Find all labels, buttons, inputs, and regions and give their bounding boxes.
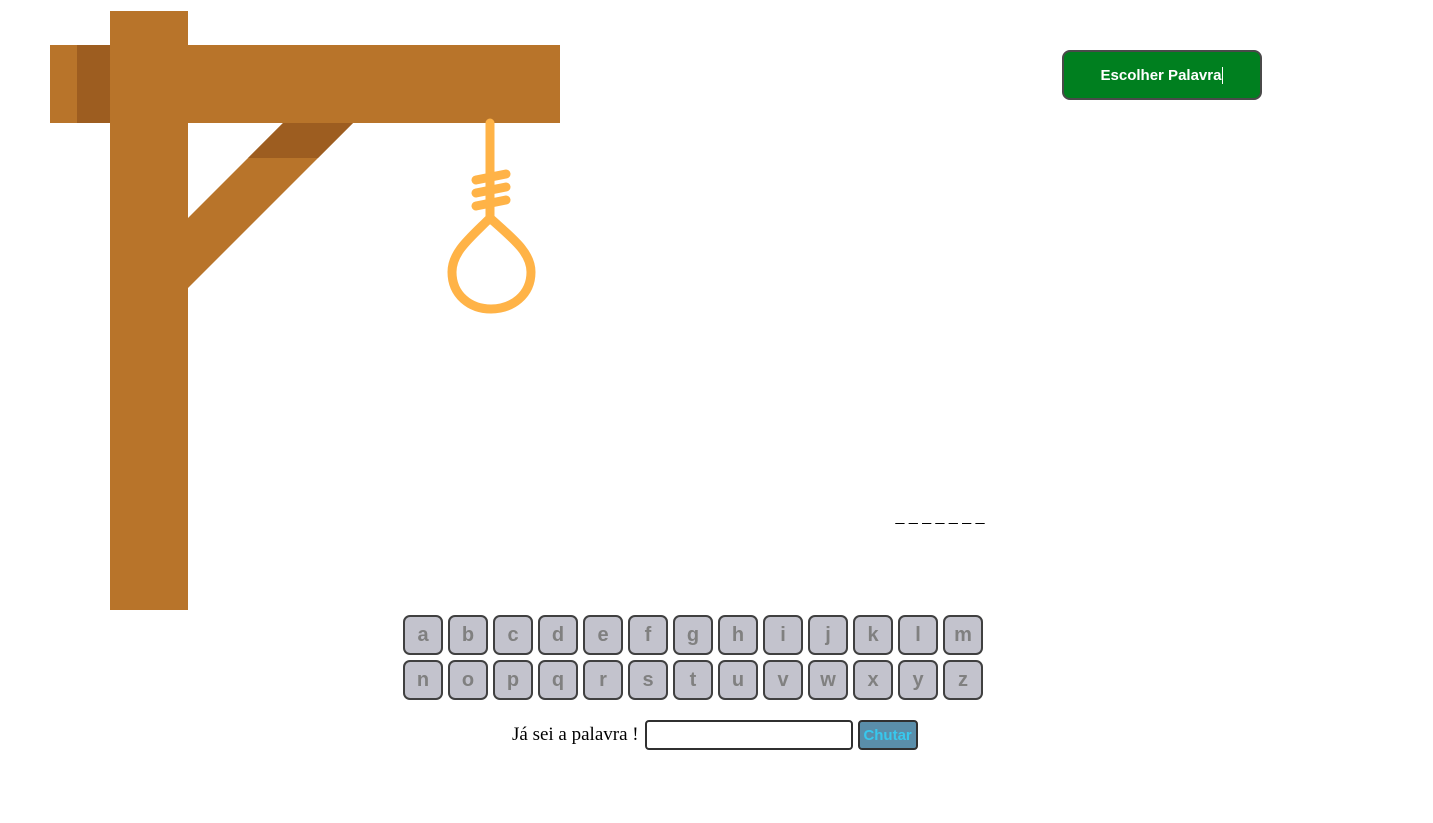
choose-word-button[interactable]: Escolher Palavra bbox=[1062, 50, 1262, 100]
key-e[interactable]: e bbox=[583, 615, 623, 655]
key-c[interactable]: c bbox=[493, 615, 533, 655]
key-n[interactable]: n bbox=[403, 660, 443, 700]
noose-loop bbox=[447, 211, 536, 314]
choose-word-label: Escolher Palavra bbox=[1100, 66, 1222, 84]
key-t[interactable]: t bbox=[673, 660, 713, 700]
text-caret bbox=[1222, 66, 1224, 84]
hangman-game: Escolher Palavra _ _ _ _ _ _ _ a b c d e… bbox=[0, 0, 1433, 823]
key-a[interactable]: a bbox=[403, 615, 443, 655]
gallows-brace-shadow bbox=[248, 123, 353, 158]
key-l[interactable]: l bbox=[898, 615, 938, 655]
rope-coils bbox=[471, 169, 511, 211]
key-r[interactable]: r bbox=[583, 660, 623, 700]
guess-word-row: Já sei a palavra ! Chutar bbox=[512, 720, 918, 750]
key-m[interactable]: m bbox=[943, 615, 983, 655]
key-x[interactable]: x bbox=[853, 660, 893, 700]
key-y[interactable]: y bbox=[898, 660, 938, 700]
key-u[interactable]: u bbox=[718, 660, 758, 700]
key-s[interactable]: s bbox=[628, 660, 668, 700]
key-k[interactable]: k bbox=[853, 615, 893, 655]
key-i[interactable]: i bbox=[763, 615, 803, 655]
guess-word-input[interactable] bbox=[644, 720, 853, 750]
word-blanks: _ _ _ _ _ _ _ bbox=[895, 508, 985, 525]
gallows-illustration bbox=[50, 11, 560, 610]
guess-submit-button[interactable]: Chutar bbox=[857, 720, 918, 750]
keyboard-row-2: n o p q r s t u v w x y z bbox=[403, 660, 988, 700]
gallows-post bbox=[110, 11, 188, 610]
key-o[interactable]: o bbox=[448, 660, 488, 700]
key-z[interactable]: z bbox=[943, 660, 983, 700]
key-f[interactable]: f bbox=[628, 615, 668, 655]
guess-word-label: Já sei a palavra ! bbox=[512, 724, 639, 745]
key-v[interactable]: v bbox=[763, 660, 803, 700]
key-b[interactable]: b bbox=[448, 615, 488, 655]
key-w[interactable]: w bbox=[808, 660, 848, 700]
key-d[interactable]: d bbox=[538, 615, 578, 655]
key-q[interactable]: q bbox=[538, 660, 578, 700]
key-h[interactable]: h bbox=[718, 615, 758, 655]
key-p[interactable]: p bbox=[493, 660, 533, 700]
letter-keyboard: a b c d e f g h i j k l m n o p q r s t … bbox=[403, 615, 988, 705]
key-g[interactable]: g bbox=[673, 615, 713, 655]
key-j[interactable]: j bbox=[808, 615, 848, 655]
gallows-beam-shadow bbox=[77, 45, 111, 123]
keyboard-row-1: a b c d e f g h i j k l m bbox=[403, 615, 988, 655]
